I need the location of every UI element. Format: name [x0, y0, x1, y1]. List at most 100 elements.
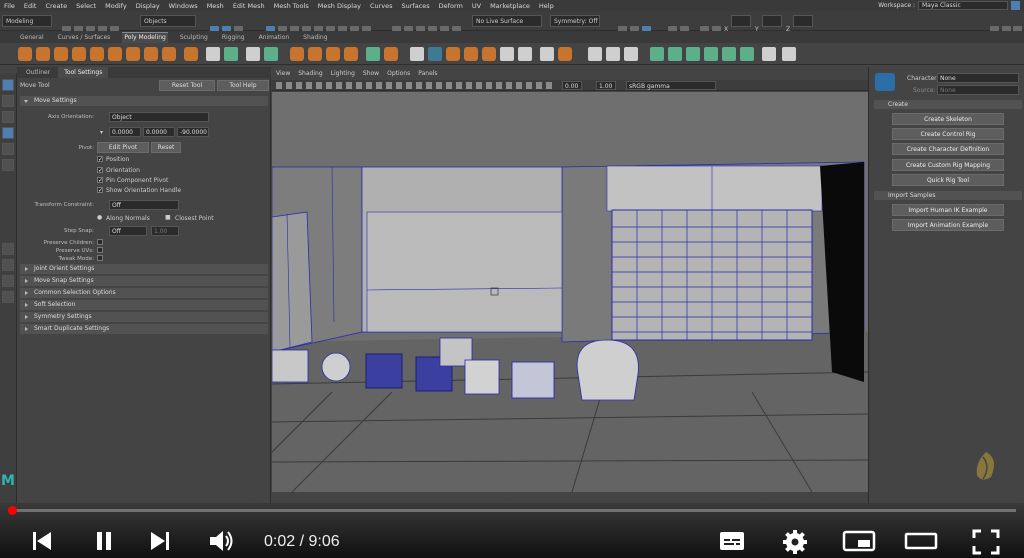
- extrude-icon[interactable]: [410, 47, 424, 61]
- viewport-menu-view[interactable]: View: [276, 70, 290, 80]
- menu-mesh-tools[interactable]: Mesh Tools: [274, 2, 309, 10]
- separate-icon[interactable]: [264, 47, 278, 61]
- viewport-menu-show[interactable]: Show: [363, 70, 379, 80]
- axis-value-z[interactable]: -90.0000: [177, 127, 209, 137]
- auto-map-icon[interactable]: [686, 47, 700, 61]
- lasso-tool-icon[interactable]: [2, 95, 14, 107]
- position-checkbox[interactable]: ✓: [97, 156, 103, 163]
- along-normals-radio-icon[interactable]: ●: [97, 214, 102, 221]
- symmetry-dropdown[interactable]: Symmetry: Off: [550, 15, 600, 27]
- scale-tool-icon[interactable]: [2, 159, 14, 171]
- show-orientation-handle-checkbox[interactable]: ✓: [97, 187, 103, 194]
- viewport-menu-panels[interactable]: Panels: [418, 70, 437, 80]
- viewport-menu-lighting[interactable]: Lighting: [331, 70, 355, 80]
- create-skeleton-button[interactable]: Create Skeleton: [892, 113, 1004, 125]
- axis-value-x[interactable]: 0.0000: [109, 127, 141, 137]
- append-icon[interactable]: [482, 47, 496, 61]
- skip-next-icon[interactable]: [148, 529, 172, 553]
- super-shape-icon[interactable]: [162, 47, 176, 61]
- boolean-icon[interactable]: [384, 47, 398, 61]
- skip-back-icon[interactable]: [30, 529, 54, 553]
- source-dropdown[interactable]: None: [937, 85, 1019, 95]
- menu-help[interactable]: Help: [539, 2, 554, 10]
- colorspace-dropdown[interactable]: sRGB gamma: [626, 81, 716, 90]
- cut-uv-icon[interactable]: [782, 47, 796, 61]
- menu-windows[interactable]: Windows: [169, 2, 198, 10]
- viewport-3d[interactable]: [272, 92, 868, 492]
- soft-selection-header[interactable]: Soft Selection: [20, 300, 268, 310]
- menu-modify[interactable]: Modify: [105, 2, 127, 10]
- smart-duplicate-settings-header[interactable]: Smart Duplicate Settings: [20, 324, 268, 334]
- insert-edge-loop-icon[interactable]: [606, 47, 620, 61]
- move-tool-icon[interactable]: [2, 127, 14, 139]
- reduce-icon[interactable]: [308, 47, 322, 61]
- pin-component-pivot-checkbox[interactable]: ✓: [97, 177, 103, 184]
- create-control-rig-button[interactable]: Create Control Rig: [892, 128, 1004, 140]
- axis-orientation-dropdown[interactable]: Object: [109, 112, 209, 122]
- menu-edit[interactable]: Edit: [24, 2, 37, 10]
- joint-orient-settings-header[interactable]: Joint Orient Settings: [20, 264, 268, 274]
- exposure-field[interactable]: 0.00: [562, 81, 582, 90]
- bridge-icon[interactable]: [428, 47, 442, 61]
- orientation-checkbox[interactable]: ✓: [97, 167, 103, 174]
- uv-editor-icon[interactable]: [650, 47, 664, 61]
- merge-icon[interactable]: [500, 47, 514, 61]
- spherical-map-icon[interactable]: [722, 47, 736, 61]
- poly-cylinder-icon[interactable]: [54, 47, 68, 61]
- poly-cone-icon[interactable]: [72, 47, 86, 61]
- cylindrical-map-icon[interactable]: [704, 47, 718, 61]
- create-custom-rig-mapping-button[interactable]: Create Custom Rig Mapping: [892, 159, 1004, 171]
- move-snap-settings-header[interactable]: Move Snap Settings: [20, 276, 268, 286]
- menu-display[interactable]: Display: [136, 2, 160, 10]
- bevel-icon[interactable]: [446, 47, 460, 61]
- collapse-icon[interactable]: [518, 47, 532, 61]
- progress-scrubber[interactable]: [8, 506, 18, 515]
- menu-select[interactable]: Select: [76, 2, 96, 10]
- pause-icon[interactable]: [92, 529, 116, 553]
- step-snap-field[interactable]: 1.00: [151, 226, 179, 236]
- retopo-icon[interactable]: [344, 47, 358, 61]
- rotate-tool-icon[interactable]: [2, 143, 14, 155]
- create-character-definition-button[interactable]: Create Character Definition: [892, 143, 1004, 155]
- combine-icon[interactable]: [246, 47, 260, 61]
- platonic-icon[interactable]: [144, 47, 158, 61]
- layout-icon[interactable]: [1011, 1, 1020, 10]
- menu-mesh-display[interactable]: Mesh Display: [318, 2, 361, 10]
- single-view-icon[interactable]: [2, 243, 14, 255]
- preserve-uvs-checkbox[interactable]: [97, 247, 103, 253]
- menu-deform[interactable]: Deform: [439, 2, 463, 10]
- menu-file[interactable]: File: [4, 2, 15, 10]
- shelf-tab-rigging[interactable]: Rigging: [220, 34, 247, 43]
- viewport-menu-shading[interactable]: Shading: [298, 70, 322, 80]
- step-snap-dropdown[interactable]: Off: [109, 226, 147, 236]
- settings-icon[interactable]: [782, 529, 808, 555]
- z-field[interactable]: [793, 15, 813, 27]
- common-selection-options-header[interactable]: Common Selection Options: [20, 288, 268, 298]
- import-human-ik-example-button[interactable]: Import Human IK Example: [892, 204, 1004, 216]
- quick-rig-tool-button[interactable]: Quick Rig Tool: [892, 174, 1004, 186]
- target-weld-icon[interactable]: [624, 47, 638, 61]
- import-animation-example-button[interactable]: Import Animation Example: [892, 219, 1004, 231]
- shelf-tab-shading[interactable]: Shading: [301, 34, 329, 43]
- smooth-icon[interactable]: [290, 47, 304, 61]
- shelf-tab-curves-surfaces[interactable]: Curves / Surfaces: [56, 34, 113, 43]
- fill-hole-icon[interactable]: [464, 47, 478, 61]
- symmetry-settings-header[interactable]: Symmetry Settings: [20, 312, 268, 322]
- fullscreen-icon[interactable]: [972, 529, 1000, 555]
- poly-cube-icon[interactable]: [36, 47, 50, 61]
- axis-value-y[interactable]: 0.0000: [143, 127, 175, 137]
- reset-pivot-button[interactable]: Reset: [151, 142, 181, 153]
- tweak-mode-checkbox[interactable]: [97, 255, 103, 261]
- menu-surfaces[interactable]: Surfaces: [402, 2, 430, 10]
- graph-view-icon[interactable]: [2, 291, 14, 303]
- objects-dropdown[interactable]: Objects: [140, 15, 196, 27]
- tool-help-button[interactable]: Tool Help: [217, 80, 269, 91]
- shelf-tab-general[interactable]: General: [18, 34, 46, 43]
- subtitles-icon[interactable]: [718, 529, 746, 553]
- create-header[interactable]: Create: [874, 100, 1022, 109]
- menu-mesh[interactable]: Mesh: [207, 2, 224, 10]
- live-surface-field[interactable]: No Live Surface: [472, 15, 542, 27]
- poly-plane-icon[interactable]: [108, 47, 122, 61]
- menu-edit-mesh[interactable]: Edit Mesh: [233, 2, 265, 10]
- menu-create[interactable]: Create: [45, 2, 67, 10]
